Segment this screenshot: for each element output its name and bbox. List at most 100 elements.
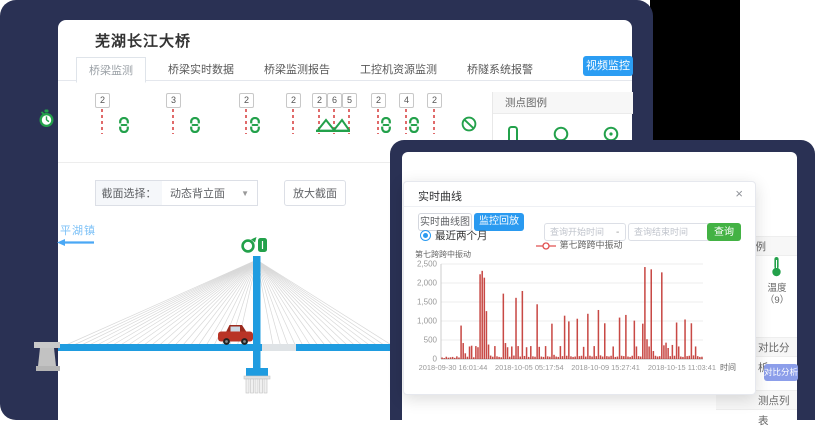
main-tab-1[interactable]: 桥梁实时数据	[168, 61, 234, 77]
chart-legend[interactable]: 第七跨跨中振动	[404, 238, 755, 251]
section-select-dropdown[interactable]: 动态背立面 ▼	[162, 180, 258, 206]
section-select-value: 动态背立面	[170, 188, 225, 200]
chart-bar	[631, 356, 633, 359]
thermometer-icon[interactable]	[770, 256, 783, 277]
chart-bar	[446, 357, 448, 359]
sensor-count-badge[interactable]: 2	[312, 93, 327, 108]
chart-bar	[604, 323, 606, 359]
chart-bar	[526, 347, 528, 359]
close-icon[interactable]: ×	[735, 186, 743, 201]
chart-bar	[686, 356, 688, 359]
y-tick-label: 2,000	[417, 279, 438, 288]
chart-bar	[492, 357, 494, 359]
chart-bar	[581, 356, 583, 359]
chart-bar	[689, 356, 691, 359]
sensor-leader-line	[101, 109, 103, 134]
chart-bar	[519, 357, 521, 359]
chart-bar	[498, 357, 500, 359]
link-icon[interactable]	[250, 117, 260, 133]
sensor-count-badge[interactable]: 2	[95, 93, 110, 108]
desktop-background	[650, 0, 740, 147]
chart-bar	[684, 319, 686, 359]
chart-bar	[500, 357, 502, 359]
sensor-count-badge[interactable]: 5	[342, 93, 357, 108]
chart-bar	[471, 346, 473, 359]
chart-bar	[638, 356, 640, 359]
chart-bar	[486, 311, 488, 359]
main-tab-4[interactable]: 桥隧系统报警	[467, 61, 533, 77]
chart-bar	[634, 321, 636, 359]
link-icon[interactable]	[119, 117, 129, 133]
chart-bar	[593, 346, 595, 359]
chart-bar	[625, 315, 627, 359]
chart-bar	[536, 304, 538, 359]
stopwatch-icon[interactable]	[38, 109, 55, 128]
chart-bar	[481, 271, 483, 359]
sensor-leader-line	[377, 109, 379, 134]
bridge-deck-joint	[262, 344, 296, 351]
range-separator: -	[616, 227, 619, 238]
chart-bar	[612, 346, 614, 359]
x-tick-label: 2018-10-09 15:27:41	[571, 363, 640, 372]
chart-bar	[566, 356, 568, 359]
link-icon[interactable]	[409, 117, 419, 133]
modal-header-divider	[404, 206, 755, 207]
chart-bar	[473, 357, 475, 359]
y-tick-label: 1,000	[417, 317, 438, 326]
x-tick-label: 2018-10-05 05:17:54	[495, 363, 564, 372]
temperature-count: （9）	[758, 292, 796, 306]
chart-bar	[465, 353, 467, 359]
link-icon[interactable]	[381, 117, 391, 133]
sensor-count-badge[interactable]: 2	[239, 93, 254, 108]
enlarge-section-button[interactable]: 放大截面	[284, 180, 346, 206]
legend-series-label: 第七跨跨中振动	[559, 240, 622, 250]
chart-bar	[469, 346, 471, 359]
chart-bar	[532, 356, 534, 359]
chart-bar	[699, 357, 701, 359]
sensor-count-badge[interactable]: 2	[371, 93, 386, 108]
chart-bar	[543, 357, 545, 359]
bridge-deck	[58, 344, 396, 351]
modal-title: 实时曲线	[418, 188, 462, 204]
sensor-leader-line	[172, 109, 174, 134]
chart-bar	[579, 356, 581, 359]
chart-bar	[534, 357, 536, 359]
sensor-count-badge[interactable]: 6	[327, 93, 342, 108]
chart-bar	[598, 310, 600, 359]
chart-bar	[629, 357, 631, 359]
main-tab-0[interactable]: 桥梁监测	[76, 57, 146, 83]
chart-bar	[538, 347, 540, 359]
compare-analysis-button[interactable]: 对比分析	[764, 364, 798, 381]
link-icon[interactable]	[190, 117, 200, 133]
chart-bar	[553, 355, 555, 359]
sensor-count-badge[interactable]: 2	[286, 93, 301, 108]
chart-bar	[551, 324, 553, 359]
chart-bar	[619, 318, 621, 359]
main-tab-3[interactable]: 工控机资源监测	[360, 61, 437, 77]
chart-bar	[511, 346, 513, 359]
sensor-count-badge[interactable]: 2	[427, 93, 442, 108]
video-monitor-button[interactable]: 视频监控	[583, 56, 633, 76]
ban-icon[interactable]	[461, 116, 477, 132]
truss-icon[interactable]	[316, 118, 350, 133]
sensor-leader-line	[433, 109, 435, 134]
chart-bar	[627, 357, 629, 359]
chart-bar	[475, 346, 477, 359]
chart-bar	[691, 323, 693, 359]
chart-bar	[680, 357, 682, 359]
chart-bar	[655, 356, 657, 359]
chart-bar	[674, 356, 676, 359]
chart-bar	[541, 357, 543, 359]
tower-top-sensor-icons[interactable]	[243, 237, 267, 252]
chart-bar	[467, 357, 469, 359]
sensor-count-badge[interactable]: 4	[399, 93, 414, 108]
vibration-chart: 05001,0001,5002,0002,500第七跨跨中振动2018-09-3…	[407, 247, 753, 387]
y-tick-label: 2,500	[417, 260, 438, 269]
sensor-count-badge[interactable]: 3	[166, 93, 181, 108]
bridge-diagram	[30, 230, 396, 400]
chart-bar	[695, 346, 697, 359]
chart-bar	[672, 345, 674, 359]
sensor-leader-line	[292, 109, 294, 134]
main-tab-2[interactable]: 桥梁监测报告	[264, 61, 330, 77]
chart-bar	[676, 323, 678, 359]
